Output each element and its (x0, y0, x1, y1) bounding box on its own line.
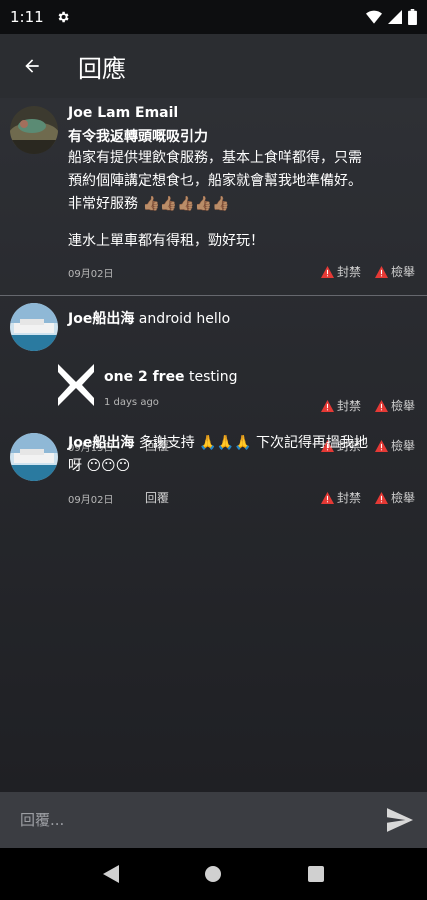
nav-back-icon[interactable] (103, 865, 120, 883)
report-label: 檢舉 (391, 491, 416, 505)
status-time: 1:11 (10, 8, 44, 26)
send-icon[interactable] (387, 808, 413, 832)
status-bar: 1:11 (0, 0, 427, 34)
comment-item: Joe船出海 多謝支持 🙏🙏🙏 下次記得再搵我地 呀 😶😶😶 09月02日 回覆… (0, 426, 427, 516)
comment-body-line: 連水上單車都有得租，勁好玩！ (68, 233, 264, 249)
warning-icon (375, 491, 388, 504)
ban-label: 封禁 (337, 491, 362, 505)
report-button[interactable]: 檢舉 (375, 263, 415, 280)
comment-text: android hello (138, 311, 231, 327)
reply-composer (0, 792, 427, 848)
wifi-icon (366, 10, 382, 24)
avatar[interactable] (10, 106, 58, 154)
comment-text: 多謝支持 (138, 435, 195, 451)
report-button[interactable]: 檢舉 (375, 489, 415, 506)
comment-body-line: 非常好服務 (68, 196, 138, 212)
comment-author: Joe船出海 (68, 435, 135, 451)
avatar[interactable] (56, 362, 96, 408)
comment-body-line: 船家有提供埋飲食服務，基本上食咩都得，只需 (68, 150, 362, 166)
avatar[interactable] (10, 303, 58, 351)
reply-button[interactable]: 回覆 (145, 489, 169, 506)
comment-author: one 2 free (104, 369, 185, 385)
warning-icon (375, 265, 388, 278)
nav-recents-icon[interactable] (307, 866, 324, 882)
warning-icon (321, 491, 334, 504)
report-label: 檢舉 (391, 265, 416, 279)
comment-date: 09月02日 (68, 269, 114, 280)
comment-title: 有令我返轉頭嘅吸引力 (68, 129, 208, 145)
pray-emojis: 🙏🙏🙏 (199, 435, 252, 451)
comment-text: 呀 (68, 458, 82, 474)
comment-author: Joe Lam Email (68, 105, 179, 121)
ban-label: 封禁 (337, 265, 362, 279)
report-button[interactable]: 檢舉 (375, 397, 415, 414)
warning-icon (321, 265, 334, 278)
comment-item: Joe船出海 android hello 09月15日 回覆 封禁 檢舉 (0, 296, 427, 454)
app-bar: 回應 (0, 34, 427, 98)
ban-button[interactable]: 封禁 (321, 397, 361, 414)
avatar[interactable] (10, 433, 58, 481)
comment-author: Joe船出海 (68, 311, 135, 327)
thumbs-up-emojis: 👍🏽👍🏽👍🏽👍🏽👍🏽 (142, 196, 230, 212)
comment-body: 船家有提供埋飲食服務，基本上食咩都得，只需 預約個陣講定想食乜，船家就會幫我地準… (68, 147, 362, 253)
ban-label: 封禁 (337, 399, 362, 413)
report-label: 檢舉 (391, 399, 416, 413)
face-emojis: 😶😶😶 (86, 458, 131, 474)
warning-icon (321, 399, 334, 412)
comment-text: testing (189, 369, 238, 385)
comment-date: 1 days ago (104, 397, 159, 408)
signal-icon (388, 10, 402, 24)
page-title: 回應 (78, 54, 126, 83)
comment-body-line: 預約個陣講定想食乜，船家就會幫我地準備好。 (68, 173, 362, 189)
back-button[interactable] (0, 34, 64, 98)
comment-item: Joe Lam Email 有令我返轉頭嘅吸引力 船家有提供埋飲食服務，基本上食… (0, 98, 427, 295)
comment-text: 下次記得再搵我地 (255, 435, 368, 451)
arrow-left-icon (25, 59, 39, 73)
warning-icon (375, 399, 388, 412)
reply-item: one 2 free testing 1 days ago 封禁 檢舉 (0, 360, 427, 420)
reply-input[interactable] (20, 811, 360, 829)
system-nav-bar (0, 848, 427, 900)
battery-icon (408, 9, 417, 25)
ban-button[interactable]: 封禁 (321, 263, 361, 280)
comment-date: 09月02日 (68, 495, 114, 506)
nav-home-icon[interactable] (205, 866, 222, 882)
settings-icon (58, 11, 69, 23)
ban-button[interactable]: 封禁 (321, 489, 361, 506)
